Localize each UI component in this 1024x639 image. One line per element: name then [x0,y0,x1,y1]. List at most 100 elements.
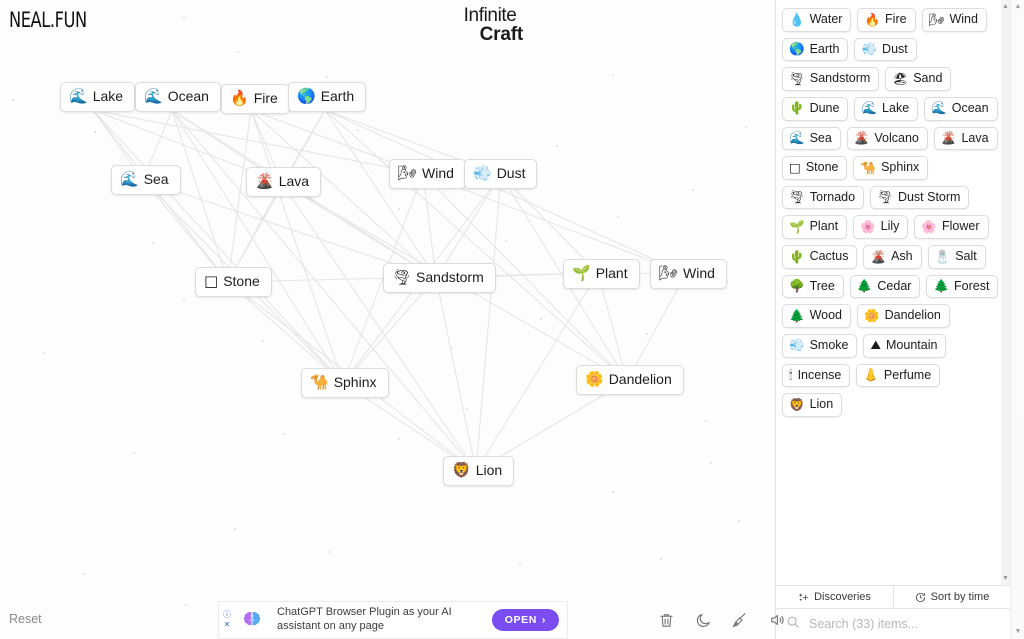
scroll-down-icon[interactable]: ▼ [1001,574,1010,583]
sidebar-item-label: Wood [809,308,843,323]
perfume-icon: 👃 [863,367,879,383]
sidebar-item-label: Ocean [951,100,989,115]
reset-button[interactable]: Reset [9,612,42,626]
ad-open-button[interactable]: OPEN › [491,609,559,631]
wave-icon: 🌊 [69,87,88,106]
deciduous-tree-icon: 🌳 [789,278,805,294]
tab-discoveries[interactable]: Discoveries [776,586,893,608]
sidebar-item-cedar[interactable]: 🌲 Cedar [849,274,921,299]
background-dot [556,145,558,147]
sidebar-item-dust[interactable]: 💨 Dust [854,37,917,62]
sidebar-item-label: Lion [809,397,834,412]
canvas-node-wind1[interactable]: 🌬 Wind [389,159,466,189]
canvas-node-dust[interactable]: 💨 Dust [464,159,538,189]
sidebar-item-label: Sea [809,130,832,145]
sidebar-item-label: Dust Storm [897,189,961,204]
canvas-node-fire[interactable]: 🔥 Fire [221,84,290,114]
sidebar-item-volcano[interactable]: 🌋 Volcano [846,126,928,151]
background-dot [94,131,96,133]
sidebar-item-lava[interactable]: 🌋 Lava [933,126,998,151]
background-dot [133,452,135,454]
ad-banner[interactable]: ⓘ ✕ ChatGPT Browser Plugin as your AI as… [218,601,568,639]
sidebar-item-sand[interactable]: 🏖 Sand [885,67,952,91]
sidebar-item-plant[interactable]: 🌱 Plant [782,215,848,239]
search-row[interactable] [776,609,1010,639]
canvas-node-dandelion[interactable]: 🌼 Dandelion [576,365,684,395]
background-dot [540,318,542,320]
sidebar-item-wood[interactable]: 🌲 Wood [782,304,852,328]
sidebar-item-water[interactable]: 💧 Water [782,8,852,32]
sidebar-item-lily[interactable]: 🌸 Lily [853,215,909,239]
sidebar-item-ocean[interactable]: 🌊 Ocean [924,96,998,121]
volcano-icon: 🌋 [255,172,274,191]
sidebar-item-incense[interactable]: 🕯 Incense [782,363,851,388]
ad-close-icon[interactable]: ✕ [224,621,231,629]
neal-fun-wordmark[interactable]: NEAL.FUN [9,8,87,32]
trash-icon[interactable] [655,609,677,631]
sidebar-item-dune[interactable]: 🌵 Dune [782,96,849,121]
background-dot [357,129,359,131]
sidebar-item-sea[interactable]: 🌊 Sea [782,126,841,151]
broom-icon[interactable] [729,609,751,631]
tab-sort-by-time[interactable]: Sort by time [893,586,1010,608]
canvas-node-wind2[interactable]: 🌬 Wind [650,259,727,289]
sidebar-item-sandstorm[interactable]: 🌪 Sandstorm [782,67,880,91]
canvas-node-lake[interactable]: 🌊 Lake [60,82,136,112]
canvas-node-earth[interactable]: 🌎 Earth [288,82,367,112]
evergreen-tree-icon: 🌲 [789,307,805,323]
canvas-node-stone[interactable]: □ Stone [195,267,272,297]
sidebar-item-perfume[interactable]: 👃 Perfume [856,363,941,388]
scroll-up-icon[interactable]: ▲ [1001,2,1010,11]
sidebar-item-smoke[interactable]: 💨 Smoke [782,333,858,358]
canvas-node-label: Sandstorm [416,269,484,285]
browser-scroll-thumb[interactable] [1013,12,1023,417]
background-dot [738,520,740,522]
canvas-node-plant[interactable]: 🌱 Plant [563,259,640,289]
sidebar-item-dust-storm[interactable]: 🌪 Dust Storm [870,185,970,210]
search-input[interactable] [807,616,1000,632]
browser-scroll-down-icon[interactable]: ▼ [1011,626,1024,638]
sidebar-scrollbar[interactable]: ▲ ▼ [1001,0,1010,585]
canvas-node-lion[interactable]: 🦁 Lion [443,456,515,486]
sidebar-item-tree[interactable]: 🌳 Tree [782,274,844,299]
background-dot [519,563,521,565]
sidebar-item-stone[interactable]: □ Stone [782,156,848,180]
background-dot [261,217,263,219]
brain-icon [235,609,269,631]
sidebar-item-sphinx[interactable]: 🐪 Sphinx [853,156,929,180]
sidebar-item-label: Fire [885,12,907,26]
logo-line-infinite: Infinite [463,5,517,26]
speaker-icon[interactable] [766,609,788,631]
ad-info-icon[interactable]: ⓘ [223,611,231,619]
sidebar-item-tornado[interactable]: 🌪 Tornado [782,185,865,210]
bottom-toolbar [655,609,788,631]
sidebar-item-fire[interactable]: 🔥 Fire [857,8,916,32]
canvas-node-sphinx[interactable]: 🐪 Sphinx [301,368,389,398]
background-dot [262,340,264,342]
sidebar-item-flower[interactable]: 🌸 Flower [914,215,989,239]
sidebar-item-cactus[interactable]: 🌵 Cactus [782,245,858,269]
canvas-node-lava[interactable]: 🌋 Lava [246,167,322,197]
crafting-canvas[interactable]: NEAL.FUN Infinite Craft 🌊 Lake 🌊 Ocean 🔥 Fire… [0,0,775,639]
sidebar-item-dandelion[interactable]: 🌼 Dandelion [857,304,950,328]
sidebar-item-lake[interactable]: 🌊 Lake [854,96,919,121]
sidebar-item-ash[interactable]: 🌋 Ash [863,245,922,269]
sidebar-item-lion[interactable]: 🦁 Lion [782,393,843,417]
browser-scrollbar[interactable]: ▲ ▼ [1010,0,1024,639]
canvas-node-ocean[interactable]: 🌊 Ocean [135,82,221,112]
sidebar-item-forest[interactable]: 🌲 Forest [926,274,999,299]
wave-icon: 🌊 [120,170,139,189]
sidebar-item-wind[interactable]: 🌬 Wind [921,8,987,32]
flame-icon: 🔥 [864,11,881,27]
infinite-craft-app: NEAL.FUN Infinite Craft 🌊 Lake 🌊 Ocean 🔥 Fire… [0,0,1024,639]
moon-icon[interactable] [692,609,714,631]
camel-icon: 🐪 [860,159,877,175]
canvas-node-sea[interactable]: 🌊 Sea [111,165,181,195]
sidebar-item-earth[interactable]: 🌎 Earth [782,37,849,62]
canvas-node-sandstorm[interactable]: 🌪 Sandstorm [383,263,496,293]
background-dot [705,420,707,422]
sidebar-item-salt[interactable]: 🧂 Salt [927,245,986,269]
sidebar-item-mountain[interactable]: ⛰ Mountain [863,333,947,358]
sidebar-item-label: Ash [891,249,913,263]
item-list[interactable]: 💧 Water 🔥 Fire 🌬 Wind 🌎 Earth 💨 Dust 🌪 Sandstorm 🏖 Sa… [776,0,1010,585]
